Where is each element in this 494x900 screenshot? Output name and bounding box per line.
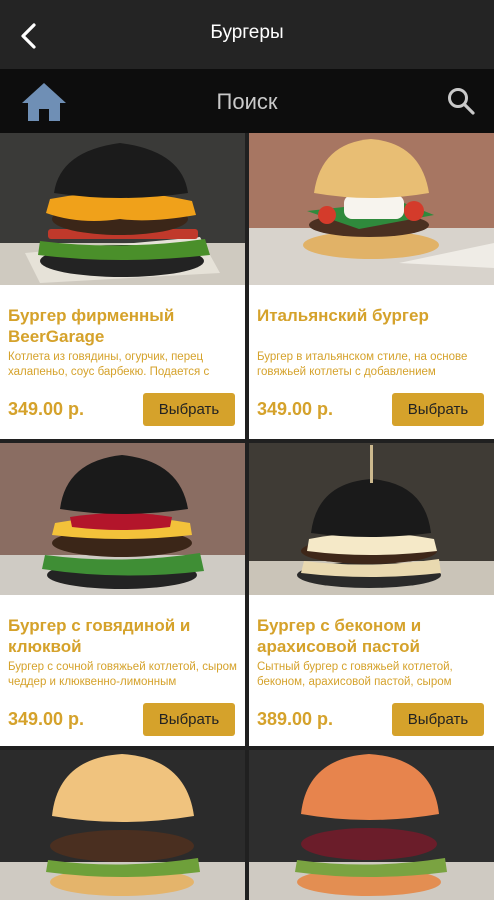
select-button[interactable]: Выбрать: [392, 393, 484, 426]
product-image[interactable]: [0, 443, 245, 595]
product-name: Итальянский бургер: [257, 306, 429, 325]
product-description: Бургер с сочной говяжьей котлетой, сыром…: [8, 661, 237, 688]
product-image[interactable]: [0, 750, 245, 900]
product-image[interactable]: [249, 133, 494, 285]
product-card[interactable]: Итальянский бургер Бургер в итальянском …: [249, 133, 494, 439]
product-image[interactable]: [249, 750, 494, 900]
product-name: Бургер с говядиной и клюквой: [8, 616, 191, 656]
product-grid: Бургер фирменный BeerGarage Котлета из г…: [0, 133, 494, 900]
search-icon[interactable]: [446, 86, 476, 116]
product-card[interactable]: Бургер с говядиной и клюквой Бургер с со…: [0, 443, 245, 746]
product-name: Бургер с беконом и арахисовой пастой: [257, 616, 422, 656]
product-name: Бургер фирменный BeerGarage: [8, 306, 175, 346]
product-price: 349.00 р.: [8, 709, 85, 729]
product-card[interactable]: Бургер с беконом и арахисовой пастой Сыт…: [249, 443, 494, 746]
product-image[interactable]: [249, 443, 494, 595]
search-bar: Поиск: [0, 69, 494, 133]
select-button[interactable]: Выбрать: [143, 703, 235, 736]
product-image[interactable]: [0, 133, 245, 285]
search-label[interactable]: Поиск: [0, 89, 494, 115]
product-card[interactable]: [0, 750, 245, 900]
product-card[interactable]: Бургер фирменный BeerGarage Котлета из г…: [0, 133, 245, 439]
product-card[interactable]: [249, 750, 494, 900]
app-header: Бургеры: [0, 0, 494, 69]
product-price: 389.00 р.: [257, 709, 334, 729]
page-title: Бургеры: [210, 22, 284, 43]
product-price: 349.00 р.: [8, 399, 85, 419]
product-description: Сытный бургер с говяжьей котлетой, бекон…: [257, 661, 453, 688]
product-price: 349.00 р.: [257, 399, 334, 419]
product-description: Бургер в итальянском стиле, на основе го…: [257, 351, 468, 378]
select-button[interactable]: Выбрать: [143, 393, 235, 426]
product-description: Котлета из говядины, огурчик, перец хала…: [8, 351, 210, 378]
select-button[interactable]: Выбрать: [392, 703, 484, 736]
